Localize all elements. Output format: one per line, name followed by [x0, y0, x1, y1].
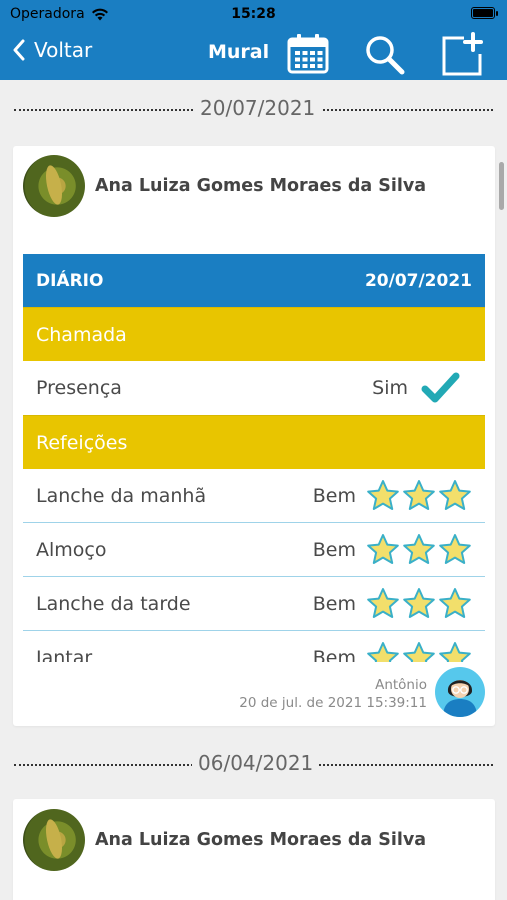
- star-icon: [403, 641, 435, 662]
- nav-bar: Voltar Mural: [0, 28, 507, 80]
- rating-stars: [366, 479, 472, 513]
- post-card[interactable]: Ana Luiza Gomes Moraes da Silva DIÁRIO 2…: [13, 146, 495, 726]
- search-icon: [366, 36, 405, 75]
- diary-header: DIÁRIO 20/07/2021: [23, 254, 485, 307]
- diary-header-date: 20/07/2021: [364, 270, 472, 291]
- meal-row: Lanche da manhã Bem: [23, 469, 485, 523]
- rating-stars: [366, 587, 472, 621]
- presence-label: Presença: [36, 377, 122, 399]
- diary-header-label: DIÁRIO: [36, 270, 104, 291]
- meal-value: Bem: [312, 484, 356, 507]
- star-icon: [367, 641, 399, 662]
- meal-label: Almoço: [36, 538, 107, 561]
- search-button[interactable]: [362, 32, 406, 76]
- new-post-icon: [442, 32, 483, 76]
- back-chevron-icon: [13, 39, 25, 61]
- new-post-button[interactable]: [440, 32, 484, 76]
- post-card[interactable]: Ana Luiza Gomes Moraes da Silva: [13, 799, 495, 900]
- star-icon: [403, 587, 435, 618]
- avatar[interactable]: [23, 809, 85, 871]
- star-icon: [403, 479, 435, 510]
- clock: 15:28: [231, 6, 276, 22]
- calendar-icon: [287, 34, 329, 74]
- meal-row: Jantar Bem: [23, 631, 485, 662]
- post-timestamp: 20 de jul. de 2021 15:39:11: [239, 695, 427, 711]
- star-icon: [439, 641, 471, 662]
- battery-icon: [471, 7, 498, 19]
- date-separator: 06/04/2021: [14, 751, 493, 777]
- author-name: Ana Luiza Gomes Moraes da Silva: [95, 830, 427, 850]
- star-icon: [367, 533, 399, 564]
- status-bar: Operadora 15:28: [0, 0, 507, 28]
- scrollbar[interactable]: [499, 162, 504, 210]
- meal-label: Lanche da tarde: [36, 592, 191, 615]
- author-name: Ana Luiza Gomes Moraes da Silva: [95, 176, 427, 196]
- back-button[interactable]: Voltar: [12, 38, 92, 62]
- meal-label: Jantar: [36, 646, 93, 663]
- rating-stars: [366, 533, 472, 567]
- meal-row: Lanche da tarde Bem: [23, 577, 485, 631]
- separator-date: 06/04/2021: [192, 751, 320, 775]
- star-icon: [439, 533, 471, 564]
- section-attendance: Chamada: [23, 307, 485, 361]
- avatar[interactable]: [23, 155, 85, 217]
- star-icon: [439, 479, 471, 510]
- presence-row: Presença Sim: [23, 361, 485, 415]
- meal-label: Lanche da manhã: [36, 484, 207, 507]
- meal-value: Bem: [312, 592, 356, 615]
- star-icon: [403, 533, 435, 564]
- back-label: Voltar: [34, 38, 93, 62]
- section-meals: Refeições: [23, 415, 485, 469]
- calendar-button[interactable]: [286, 32, 330, 76]
- presence-value: Sim: [372, 377, 408, 399]
- date-separator: 20/07/2021: [14, 96, 493, 122]
- meal-value: Bem: [312, 646, 356, 663]
- page-title: Mural: [208, 41, 270, 63]
- star-icon: [367, 479, 399, 510]
- diary-table: DIÁRIO 20/07/2021 Chamada Presença Sim R…: [23, 254, 485, 662]
- rating-stars: [366, 641, 472, 662]
- teacher-name: Antônio: [375, 677, 427, 693]
- separator-date: 20/07/2021: [194, 96, 322, 120]
- meal-row: Almoço Bem: [23, 523, 485, 577]
- teacher-avatar-icon[interactable]: [435, 667, 485, 717]
- meal-value: Bem: [312, 538, 356, 561]
- check-icon: [421, 372, 460, 403]
- star-icon: [439, 587, 471, 618]
- star-icon: [367, 587, 399, 618]
- post-meta: Antônio 20 de jul. de 2021 15:39:11: [239, 676, 427, 712]
